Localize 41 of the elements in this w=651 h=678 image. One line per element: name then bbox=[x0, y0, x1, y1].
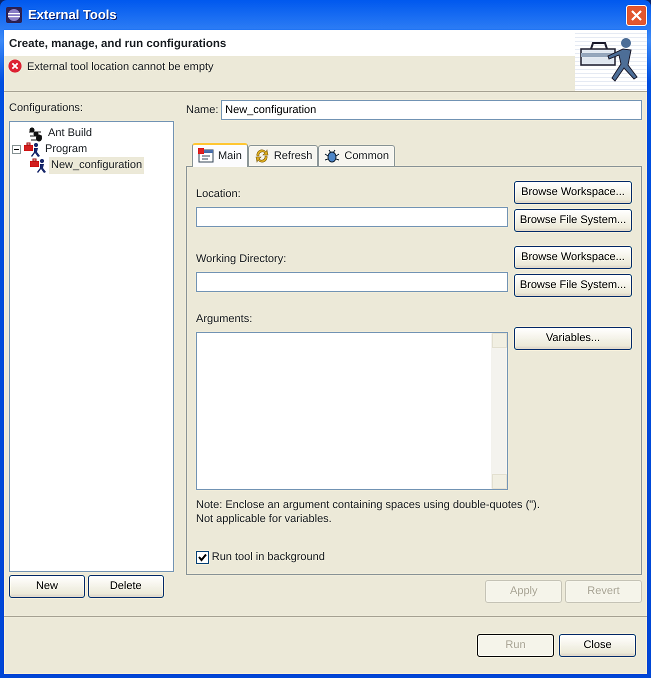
refresh-icon bbox=[254, 148, 270, 164]
tab[interactable]: Main bbox=[192, 143, 248, 167]
close-icon bbox=[631, 10, 642, 20]
window-icon bbox=[198, 148, 214, 164]
error-message: External tool location cannot be empty bbox=[27, 60, 214, 76]
name-label: Name: bbox=[186, 102, 218, 118]
header-title: Create, manage, and run configurations bbox=[8, 37, 228, 52]
close-button[interactable] bbox=[626, 4, 647, 26]
variables-button[interactable]: Variables... bbox=[514, 327, 632, 350]
window-title: External Tools bbox=[28, 6, 117, 24]
new-button[interactable]: New bbox=[9, 574, 85, 598]
collapse-toggle[interactable] bbox=[12, 145, 21, 154]
browse-file-system-button[interactable]: Browse File System... bbox=[514, 274, 632, 297]
name-field[interactable]: New_configuration bbox=[221, 100, 642, 120]
tree-item[interactable]: New_configuration bbox=[49, 157, 144, 174]
configurations-label: Configurations: bbox=[9, 101, 84, 116]
minus-icon bbox=[13, 146, 20, 153]
scrollbar[interactable] bbox=[491, 332, 507, 489]
arguments-field[interactable] bbox=[196, 332, 508, 490]
toolbox-runner-icon bbox=[30, 158, 46, 174]
browse-workspace-button[interactable]: Browse Workspace... bbox=[514, 246, 632, 269]
browse-file-system-button[interactable]: Browse File System... bbox=[514, 209, 632, 232]
bug-icon bbox=[324, 148, 340, 164]
tab[interactable]: Refresh bbox=[248, 145, 318, 166]
field-label: Location: bbox=[196, 187, 242, 202]
checkbox-label: Run tool in background bbox=[212, 550, 325, 565]
arguments-label: Arguments: bbox=[196, 312, 254, 327]
eclipse-icon bbox=[6, 7, 22, 23]
tree-item[interactable]: Ant Build bbox=[46, 125, 94, 142]
text-field[interactable] bbox=[196, 272, 508, 292]
browse-workspace-button[interactable]: Browse Workspace... bbox=[514, 181, 632, 204]
tree-item[interactable]: Program bbox=[43, 141, 90, 158]
toolbox-runner-icon bbox=[24, 142, 40, 158]
delete-button[interactable]: Delete bbox=[88, 574, 164, 598]
close-button[interactable]: Close bbox=[559, 634, 636, 657]
note-text: Note: Enclose an argument containing spaces using double-quotes ("). Not applicable for variables. bbox=[196, 498, 541, 526]
tab[interactable]: Common bbox=[318, 145, 395, 166]
checkbox[interactable] bbox=[196, 550, 209, 564]
field-label: Working Directory: bbox=[196, 252, 288, 267]
text-field[interactable] bbox=[196, 206, 508, 226]
error-icon bbox=[8, 59, 22, 74]
